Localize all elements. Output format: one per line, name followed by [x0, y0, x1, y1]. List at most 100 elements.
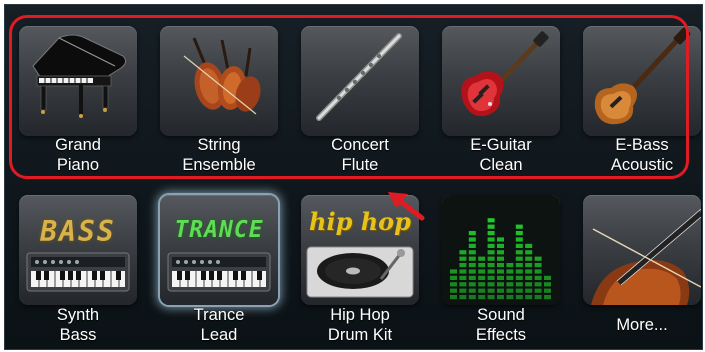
equalizer-segment — [478, 275, 486, 280]
instrument-tile-synth-bass[interactable]: BASS — [19, 195, 137, 305]
equalizer-segment — [506, 282, 514, 287]
equalizer-segment — [515, 269, 523, 274]
trance-display-text: TRANCE — [174, 217, 264, 243]
equalizer-segment — [497, 295, 504, 300]
instrument-tile-string-ensemble[interactable] — [160, 26, 278, 136]
equalizer-segment — [459, 263, 467, 268]
equalizer-segment — [468, 250, 476, 255]
equalizer-segment — [459, 295, 467, 300]
instrument-tile-grand-piano[interactable] — [19, 26, 137, 136]
equalizer-segment — [487, 282, 495, 287]
equalizer-segment — [506, 269, 514, 274]
instrument-tile-concert-flute[interactable] — [301, 26, 419, 136]
equalizer-segment — [459, 282, 467, 287]
equalizer-segment — [487, 263, 495, 268]
equalizer-segment — [478, 288, 486, 293]
instrument-label-e-bass-acoustic: E-Bass Acoustic — [610, 136, 674, 174]
red-arrow-icon — [388, 192, 425, 221]
instrument-tile-e-bass-acoustic[interactable] — [583, 26, 701, 136]
violin-icon — [591, 208, 701, 305]
electric-guitar-icon — [461, 31, 549, 117]
equalizer-segment — [515, 275, 523, 280]
equalizer-segment — [487, 295, 495, 300]
equalizer-segment — [478, 282, 486, 287]
bass-display-text: BASS — [40, 215, 116, 248]
equalizer-segment — [450, 295, 457, 300]
equalizer-segment — [487, 269, 495, 274]
equalizer-segment — [534, 282, 542, 287]
instrument-tile-sound-effects[interactable] — [442, 195, 560, 305]
equalizer-segment — [487, 275, 495, 280]
equalizer-segment — [525, 263, 533, 268]
equalizer-segment — [497, 237, 504, 242]
equalizer-segment — [515, 263, 523, 268]
equalizer-segment — [459, 269, 467, 274]
equalizer-segment — [506, 263, 514, 268]
equalizer-segment — [525, 275, 533, 280]
equalizer-segment — [468, 282, 476, 287]
instrument-tile-more[interactable] — [583, 195, 701, 305]
equalizer-segment — [534, 269, 542, 274]
equalizer-segment — [450, 282, 457, 287]
equalizer-icon — [442, 195, 560, 305]
instrument-label-hip-hop-drum-kit: Hip Hop Drum Kit — [327, 306, 393, 344]
equalizer-segment — [506, 275, 514, 280]
equalizer-segment — [497, 269, 504, 274]
equalizer-segment — [478, 263, 486, 268]
synth-bass-icon — [26, 252, 130, 292]
equalizer-segment — [459, 256, 467, 261]
equalizer-segment — [487, 288, 495, 293]
instrument-selector-panel: Grand Piano String Ensemble Concert Flut… — [4, 4, 703, 350]
equalizer-segment — [497, 243, 504, 248]
equalizer-segment — [544, 275, 551, 280]
equalizer-segment — [534, 263, 542, 268]
equalizer-segment — [534, 288, 542, 293]
equalizer-segment — [468, 269, 476, 274]
equalizer-segment — [450, 288, 457, 293]
equalizer-segment — [487, 224, 495, 229]
equalizer-segment — [534, 256, 542, 261]
equalizer-segment — [468, 256, 476, 261]
equalizer-segment — [525, 288, 533, 293]
equalizer-segment — [515, 282, 523, 287]
equalizer-segment — [515, 250, 523, 255]
instrument-label-more: More... — [616, 316, 668, 334]
instrument-label-grand-piano: Grand Piano — [55, 136, 101, 174]
equalizer-segment — [515, 256, 523, 261]
equalizer-segment — [468, 243, 476, 248]
instrument-label-concert-flute: Concert Flute — [331, 136, 389, 174]
equalizer-segment — [487, 218, 495, 223]
equalizer-segment — [515, 288, 523, 293]
instrument-label-trance-lead: Trance Lead — [193, 306, 245, 344]
flute-icon — [316, 33, 402, 121]
equalizer-segment — [525, 295, 533, 300]
equalizer-segment — [525, 282, 533, 287]
equalizer-segment — [525, 269, 533, 274]
equalizer-segment — [478, 295, 486, 300]
equalizer-segment — [497, 256, 504, 261]
equalizer-segment — [468, 237, 476, 242]
instrument-label-sound-effects: Sound Effects — [475, 306, 527, 344]
instrument-label-e-guitar-clean: E-Guitar Clean — [470, 136, 532, 174]
equalizer-segment — [544, 282, 551, 287]
equalizer-segment — [450, 275, 457, 280]
instrument-label-string-ensemble: String Ensemble — [182, 136, 256, 174]
equalizer-segment — [478, 269, 486, 274]
equalizer-segment — [468, 263, 476, 268]
equalizer-segment — [459, 275, 467, 280]
equalizer-segment — [497, 263, 504, 268]
equalizer-segment — [506, 288, 514, 293]
equalizer-segment — [525, 243, 533, 248]
equalizer-segment — [515, 237, 523, 242]
equalizer-segment — [450, 269, 457, 274]
instrument-tile-e-guitar-clean[interactable] — [442, 26, 560, 136]
equalizer-segment — [487, 243, 495, 248]
equalizer-segment — [468, 275, 476, 280]
equalizer-segment — [497, 288, 504, 293]
instrument-tile-trance-lead[interactable]: TRANCE — [160, 195, 278, 305]
equalizer-segment — [468, 288, 476, 293]
equalizer-segment — [497, 275, 504, 280]
equalizer-segment — [459, 288, 467, 293]
equalizer-segment — [487, 237, 495, 242]
equalizer-segment — [515, 224, 523, 229]
